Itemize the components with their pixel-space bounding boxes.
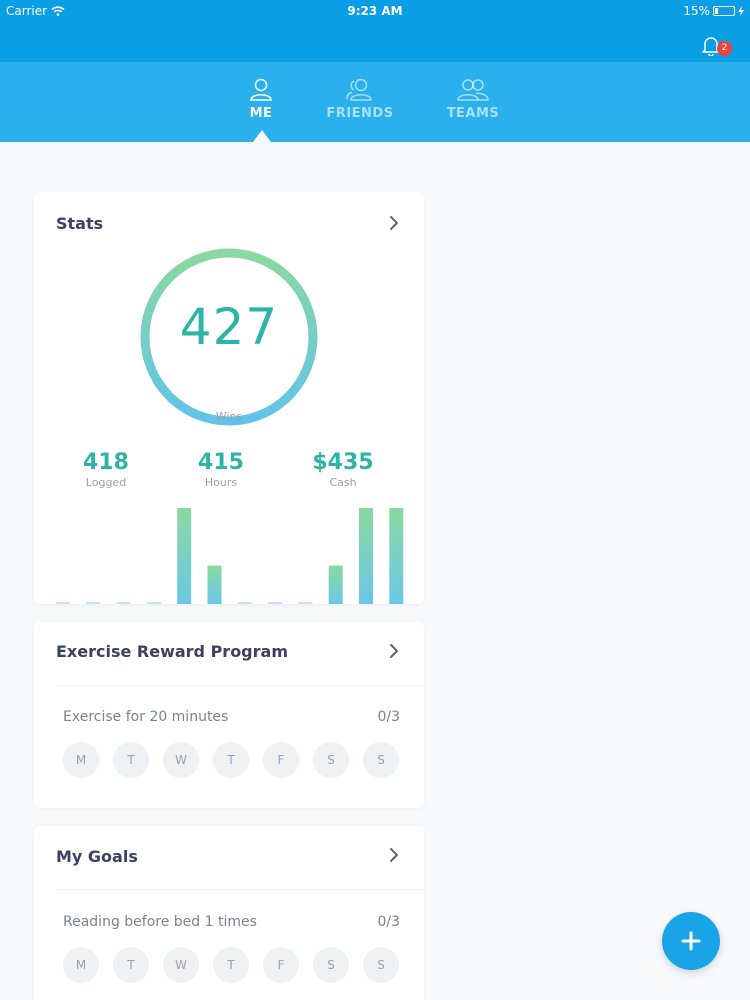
clock: 9:23 AM <box>347 4 403 18</box>
tab-friends-label: FRIENDS <box>326 106 394 121</box>
active-tab-indicator <box>253 130 271 142</box>
stats-card[interactable]: Stats 427 Wins 418 Logged 415 Hours $435… <box>34 192 424 604</box>
day-wednesday[interactable]: W <box>163 947 199 983</box>
divider <box>56 685 424 686</box>
day-sunday[interactable]: S <box>363 947 399 983</box>
metric-value: 415 <box>198 450 244 475</box>
activity-bar <box>56 602 70 604</box>
program-title: Exercise Reward Program <box>56 642 288 661</box>
divider <box>56 889 424 890</box>
tab-friends[interactable]: FRIENDS <box>324 78 396 121</box>
activity-bar <box>328 565 343 604</box>
activity-bar <box>389 508 404 604</box>
metric-value: $435 <box>312 450 374 475</box>
day-wednesday[interactable]: W <box>163 742 199 778</box>
tab-teams[interactable]: TEAMS <box>444 78 502 121</box>
status-bar: Carrier 9:23 AM 15% <box>0 0 750 22</box>
wins-ring: 427 Wins <box>138 246 320 428</box>
charging-icon <box>738 6 744 16</box>
app-header: Carrier 9:23 AM 15% 2 <box>0 0 750 62</box>
plus-icon <box>681 931 701 951</box>
activity-bar <box>268 602 283 604</box>
activity-bar <box>298 602 313 604</box>
activity-bar <box>237 602 252 604</box>
friends-icon <box>346 78 372 101</box>
activity-bar <box>116 602 131 604</box>
activity-bar <box>177 508 192 604</box>
metric-label: Hours <box>204 476 238 489</box>
day-saturday[interactable]: S <box>313 947 349 983</box>
person-icon <box>250 78 272 101</box>
program-task: Exercise for 20 minutes <box>63 709 229 725</box>
goals-task: Reading before bed 1 times <box>63 914 257 930</box>
tab-bar: ME FRIENDS TEAMS <box>0 62 750 142</box>
wins-label: Wins <box>215 410 243 423</box>
teams-icon <box>457 79 489 101</box>
day-thursday[interactable]: T <box>213 947 249 983</box>
chevron-right-icon[interactable] <box>388 215 400 231</box>
battery-status: 15% <box>683 4 744 18</box>
add-button[interactable] <box>662 912 720 970</box>
day-friday[interactable]: F <box>263 947 299 983</box>
day-tuesday[interactable]: T <box>113 742 149 778</box>
chevron-right-icon[interactable] <box>388 643 400 659</box>
day-monday[interactable]: M <box>63 947 99 983</box>
wins-value: 427 <box>179 298 279 356</box>
metric-cash: $435 Cash <box>293 450 393 489</box>
metric-label: Logged <box>85 476 127 489</box>
notification-badge: 2 <box>717 41 732 56</box>
program-count: 0/3 <box>377 709 400 725</box>
activity-bar-chart <box>56 508 404 604</box>
activity-bar <box>207 565 222 604</box>
stats-title: Stats <box>56 214 104 233</box>
battery-percent: 15% <box>683 4 710 18</box>
battery-icon <box>713 6 735 16</box>
metric-label: Cash <box>329 476 357 489</box>
metric-hours: 415 Hours <box>171 450 271 489</box>
activity-bar <box>146 602 161 604</box>
goals-count: 0/3 <box>377 914 400 930</box>
metric-value: 418 <box>83 450 129 475</box>
activity-bar <box>86 602 101 604</box>
activity-bar <box>359 508 373 604</box>
day-saturday[interactable]: S <box>313 742 349 778</box>
chevron-right-icon[interactable] <box>388 847 400 863</box>
day-monday[interactable]: M <box>63 742 99 778</box>
day-friday[interactable]: F <box>263 742 299 778</box>
goals-title: My Goals <box>56 847 138 866</box>
day-tuesday[interactable]: T <box>113 947 149 983</box>
day-sunday[interactable]: S <box>363 742 399 778</box>
program-days: M T W T F S S <box>63 742 399 778</box>
tab-teams-label: TEAMS <box>446 106 500 121</box>
goals-days: M T W T F S S <box>63 947 399 983</box>
my-goals-card[interactable]: My Goals Reading before bed 1 times 0/3 … <box>34 826 424 1000</box>
metric-logged: 418 Logged <box>56 450 156 489</box>
tab-me-label: ME <box>249 106 273 121</box>
day-thursday[interactable]: T <box>213 742 249 778</box>
exercise-program-card[interactable]: Exercise Reward Program Exercise for 20 … <box>34 622 424 808</box>
tab-me[interactable]: ME <box>246 78 276 121</box>
